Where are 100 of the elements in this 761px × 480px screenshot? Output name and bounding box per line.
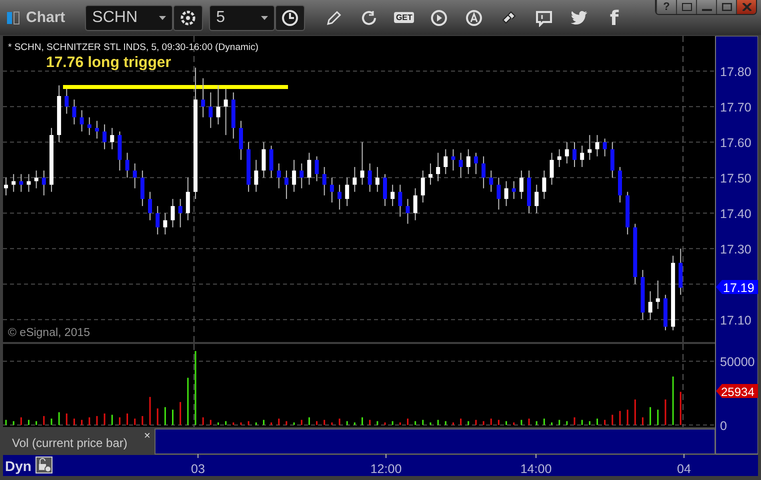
- candlestick: [19, 174, 24, 192]
- chart-header: * SCHN, SCHNITZER STL INDS, 5, 09:30-16:00 (Dynamic): [8, 42, 258, 53]
- last-volume-marker: 25934: [716, 384, 758, 399]
- app-logo-icon: [6, 10, 20, 24]
- caret-icon: [261, 16, 268, 20]
- price-tick-label: 17.10: [720, 314, 752, 328]
- time-tick-label: 03: [191, 462, 205, 476]
- last-price-marker: 17.19: [716, 280, 758, 295]
- candlestick: [140, 170, 144, 207]
- candlestick: [542, 170, 546, 200]
- candlestick: [170, 198, 175, 228]
- candlestick: [345, 177, 350, 207]
- candlestick: [4, 177, 8, 196]
- candlestick: [300, 162, 304, 189]
- candlestick: [436, 152, 440, 182]
- candlestick: [64, 88, 69, 114]
- candlestick: [360, 142, 364, 186]
- candlestick: [314, 156, 319, 182]
- candlestick: [178, 198, 182, 228]
- trigger-annotation: 17.76 long trigger: [46, 54, 172, 71]
- candlestick: [238, 120, 243, 160]
- candlestick: [72, 99, 76, 125]
- dynamic-mode-label: Dyn: [5, 458, 32, 474]
- candlestick: [284, 170, 288, 200]
- candlestick: [102, 124, 107, 150]
- candlestick: [602, 138, 607, 157]
- candlestick: [383, 174, 387, 207]
- candlestick: [26, 174, 31, 192]
- price-tick-label: 17.50: [720, 172, 752, 186]
- candlestick: [87, 116, 92, 136]
- candlestick: [80, 110, 84, 132]
- candlestick: [496, 177, 501, 210]
- price-tick-label: 17.30: [720, 242, 752, 257]
- maximize-button[interactable]: [716, 0, 736, 14]
- candlestick: [489, 170, 494, 192]
- price-tick-label: 17.40: [720, 207, 752, 222]
- candlestick: [466, 148, 470, 175]
- candlestick: [34, 170, 38, 189]
- candlestick: [322, 166, 326, 196]
- help-button[interactable]: ?: [656, 0, 676, 14]
- get-button[interactable]: GET: [389, 4, 420, 30]
- candlestick: [482, 156, 486, 189]
- candlestick: [330, 177, 334, 203]
- candlestick: [610, 142, 614, 178]
- candlestick: [269, 145, 274, 178]
- candlestick: [398, 184, 402, 218]
- volume-tick-label: 50000: [720, 355, 755, 370]
- candlestick: [519, 170, 524, 200]
- time-tick-label: 14:00: [520, 462, 552, 476]
- candlestick: [201, 78, 206, 118]
- candlestick: [557, 148, 562, 168]
- candlestick: [276, 162, 281, 189]
- facebook-button[interactable]: f: [599, 4, 630, 30]
- candlestick: [580, 145, 584, 168]
- clock-button[interactable]: [275, 4, 306, 30]
- candlestick: [512, 180, 516, 200]
- caret-icon: [159, 16, 166, 20]
- candlestick: [444, 148, 448, 175]
- candlestick: [375, 166, 380, 192]
- candlestick: [458, 152, 463, 178]
- close-button[interactable]: [736, 0, 756, 14]
- candlestick: [648, 290, 652, 320]
- candlestick: [368, 162, 372, 192]
- window-icon: [682, 3, 692, 11]
- lock-icon[interactable]: [36, 456, 52, 474]
- settings-button[interactable]: [173, 4, 204, 30]
- candlestick: [451, 148, 456, 172]
- candlestick: [588, 134, 592, 160]
- candlestick: [595, 134, 600, 157]
- close-legend-button[interactable]: ×: [144, 430, 150, 442]
- time-tick-label: 04: [677, 462, 691, 476]
- candlestick: [186, 177, 190, 221]
- candlestick: [474, 152, 478, 175]
- price-tick-label: 17.60: [720, 136, 752, 150]
- candlestick: [148, 191, 152, 221]
- candlestick: [42, 170, 46, 196]
- candlestick: [656, 280, 660, 310]
- volume-tick-label: 0: [720, 418, 727, 433]
- restore-menu-button[interactable]: [676, 0, 696, 14]
- candlestick: [262, 142, 266, 178]
- minimize-button[interactable]: [696, 0, 716, 14]
- candlestick: [94, 120, 99, 140]
- candlestick: [504, 180, 508, 207]
- symbol-dropdown[interactable]: SCHN: [85, 4, 174, 30]
- window-title: Chart: [26, 9, 66, 26]
- candlestick: [338, 184, 342, 210]
- candlestick: [406, 198, 410, 224]
- interval-dropdown[interactable]: 5: [209, 4, 276, 30]
- candlestick: [420, 170, 425, 203]
- candlestick: [125, 152, 130, 178]
- candlestick: [110, 127, 114, 150]
- candlestick: [413, 188, 418, 221]
- price-tick-label: 17.70: [720, 100, 752, 115]
- candlestick: [156, 206, 160, 235]
- candlestick: [254, 159, 258, 192]
- candlestick: [428, 162, 432, 186]
- candlestick: [132, 162, 137, 189]
- candlestick: [216, 84, 220, 125]
- copyright-text: © eSignal, 2015: [8, 327, 90, 339]
- candlestick: [208, 92, 213, 128]
